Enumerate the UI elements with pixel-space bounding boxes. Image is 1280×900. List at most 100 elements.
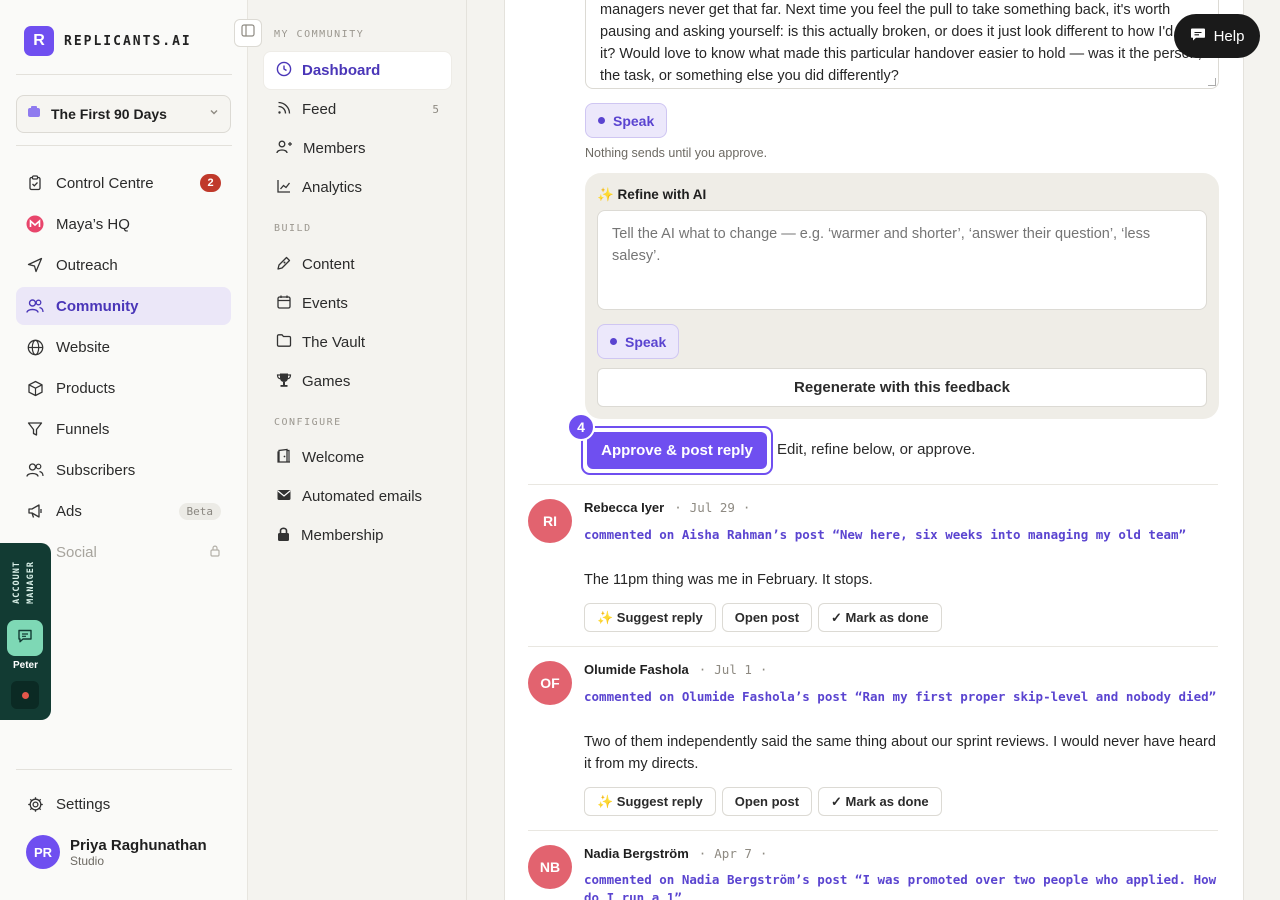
sidebar-item-label: Funnels	[56, 420, 110, 438]
subnav-label: The Vault	[302, 334, 366, 351]
approval-hint: Nothing sends until you approve.	[585, 146, 768, 160]
workspace-switcher[interactable]: The First 90 Days	[16, 95, 231, 133]
sidebar-item-outreach[interactable]: Outreach	[16, 246, 231, 284]
chat-bubble-icon	[1190, 27, 1206, 46]
speak-label: Speak	[613, 112, 655, 129]
user-name: Priya Raghunathan	[70, 836, 207, 854]
separator: ·	[742, 500, 751, 515]
help-label: Help	[1213, 27, 1245, 45]
subnav-label: Automated emails	[302, 488, 423, 505]
sidebar-item-label: Maya’s HQ	[56, 215, 130, 233]
subnav-item-vault[interactable]: The Vault	[264, 324, 451, 361]
refine-feedback-input[interactable]	[597, 210, 1207, 310]
collapse-sidebar-button[interactable]	[234, 19, 262, 47]
sidebar-item-subscribers[interactable]: Subscribers	[16, 451, 231, 489]
separator: ·	[698, 662, 707, 677]
status-indicator[interactable]	[11, 681, 39, 709]
regenerate-button[interactable]: Regenerate with this feedback	[597, 368, 1207, 407]
subnav-item-games[interactable]: Games	[264, 363, 451, 400]
help-button[interactable]: Help	[1174, 14, 1260, 58]
activity-comment: Two of them independently said the same …	[584, 734, 1216, 772]
subnav-item-events[interactable]: Events	[264, 285, 451, 322]
activity-actions: ✨ Suggest reply Open post ✓ Mark as done	[584, 603, 942, 632]
separator: ·	[759, 846, 768, 861]
activity-context-link[interactable]: commented on Olumide Fashola’s post “Ran…	[584, 688, 1218, 706]
sidebar-item-mayas-hq[interactable]: Maya’s HQ	[16, 205, 231, 243]
user-profile[interactable]: PR Priya Raghunathan Studio	[26, 835, 207, 869]
divider	[528, 646, 1218, 647]
separator: ·	[698, 846, 707, 861]
subnav-item-analytics[interactable]: Analytics	[264, 169, 451, 206]
trophy-icon	[276, 372, 292, 392]
subnav-label: Content	[302, 256, 355, 273]
sidebar-item-funnels[interactable]: Funnels	[16, 410, 231, 448]
subnav-item-membership[interactable]: Membership	[264, 517, 451, 554]
chevron-down-icon	[208, 105, 220, 123]
subnav-item-automated-emails[interactable]: Automated emails	[264, 478, 451, 515]
approve-focus-ring: Approve & post reply	[581, 426, 773, 475]
brand-name: REPLICANTS.AI	[64, 33, 192, 49]
subnav-item-welcome[interactable]: Welcome	[264, 439, 451, 476]
subnav-item-members[interactable]: Members	[264, 130, 451, 167]
speak-label: Speak	[625, 333, 667, 350]
activity-comment: The 11pm thing was me in February. It st…	[584, 572, 873, 588]
globe-icon	[26, 338, 44, 356]
account-manager-chat-button[interactable]	[7, 620, 43, 656]
activity-actions: ✨ Suggest reply Open post ✓ Mark as done	[584, 787, 942, 816]
brand-logo[interactable]: R REPLICANTS.AI	[24, 26, 192, 56]
sidebar-item-label: Community	[56, 297, 139, 315]
calendar-icon	[276, 294, 292, 314]
settings-link[interactable]: Settings	[16, 785, 231, 823]
sidebar-item-label: Control Centre	[56, 174, 154, 192]
approve-post-reply-button[interactable]: Approve & post reply	[587, 432, 767, 469]
subnav-item-content[interactable]: Content	[264, 246, 451, 283]
notification-badge: 2	[200, 174, 221, 192]
divider	[528, 484, 1218, 485]
user-plan: Studio	[70, 853, 105, 868]
mark-done-button[interactable]: ✓ Mark as done	[818, 603, 942, 632]
account-manager-title: ACCOUNT MANAGER	[8, 553, 42, 623]
subnav-label: Analytics	[302, 179, 363, 196]
suggest-reply-button[interactable]: ✨ Suggest reply	[584, 603, 716, 632]
clock-icon	[276, 61, 292, 81]
sidebar-item-website[interactable]: Website	[16, 328, 231, 366]
sidebar-item-control-centre[interactable]: Control Centre 2	[16, 164, 231, 202]
separator: ·	[759, 662, 768, 677]
subnav-item-feed[interactable]: Feed 5	[264, 91, 451, 128]
activity-author[interactable]: Rebecca Iyer	[584, 500, 664, 515]
activity-date: Apr 7	[714, 846, 752, 861]
activity-context-link[interactable]: commented on Aisha Rahman’s post “New he…	[584, 526, 1218, 544]
subnav-label: Feed	[302, 101, 337, 118]
megaphone-icon	[26, 502, 44, 520]
subnav-label: Welcome	[302, 449, 365, 466]
feed-count: 5	[432, 103, 439, 116]
resize-handle[interactable]	[1208, 78, 1216, 86]
open-post-button[interactable]: Open post	[721, 603, 813, 632]
activity-author[interactable]: Nadia Bergström	[584, 846, 689, 861]
folder-icon	[276, 333, 292, 352]
divider	[16, 74, 232, 75]
sidebar-item-community[interactable]: Community	[16, 287, 231, 325]
beta-badge: Beta	[178, 502, 221, 520]
chart-line-icon	[276, 178, 292, 198]
activity-header: Nadia Bergström · Apr 7 ·	[584, 846, 767, 861]
account-manager-title-line: ACCOUNT	[12, 561, 22, 604]
chat-icon	[17, 628, 33, 649]
box-icon	[26, 379, 44, 397]
activity-author[interactable]: Olumide Fashola	[584, 662, 689, 677]
avatar: NB	[528, 845, 572, 889]
divider	[16, 769, 232, 770]
settings-label: Settings	[56, 795, 111, 813]
brand-mark: R	[24, 26, 54, 56]
open-post-button[interactable]: Open post	[721, 787, 813, 816]
sidebar-item-ads[interactable]: Ads Beta	[16, 492, 231, 530]
speak-button[interactable]: Speak	[585, 103, 668, 138]
subnav-item-dashboard[interactable]: Dashboard	[264, 52, 451, 89]
mark-done-button[interactable]: ✓ Mark as done	[818, 787, 942, 816]
activity-context-link[interactable]: commented on Nadia Bergström’s post “I w…	[584, 871, 1218, 900]
activity-date: Jul 1	[714, 662, 752, 677]
refine-speak-button[interactable]: Speak	[597, 324, 680, 359]
reply-draft-textarea[interactable]: Callum, the fact that you can name it as…	[585, 0, 1219, 89]
suggest-reply-button[interactable]: ✨ Suggest reply	[584, 787, 716, 816]
sidebar-item-products[interactable]: Products	[16, 369, 231, 407]
